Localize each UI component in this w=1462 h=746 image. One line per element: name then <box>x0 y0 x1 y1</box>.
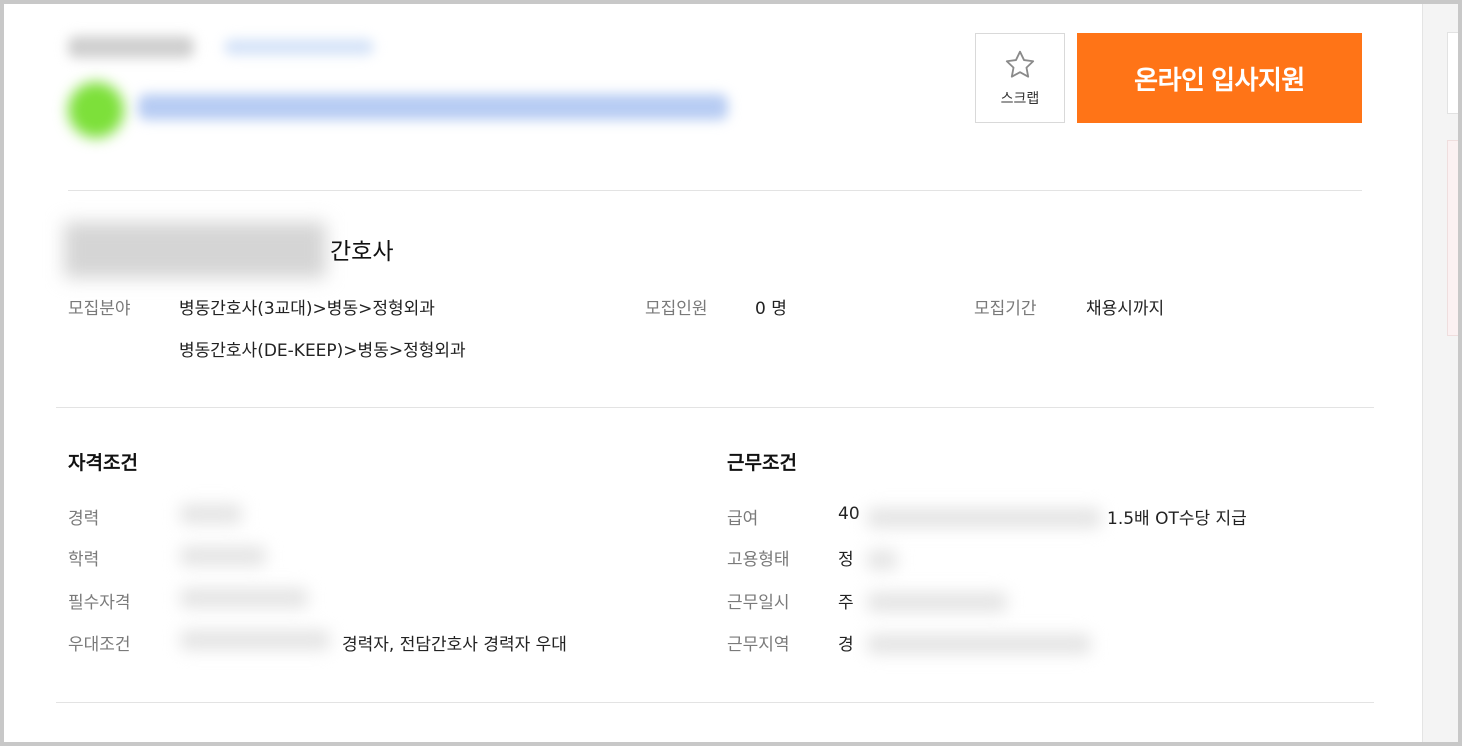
header-divider <box>68 190 1362 191</box>
recruit-period-value: 채용시까지 <box>1086 299 1165 319</box>
preferred-condition-label: 우대조건 <box>68 635 131 655</box>
conditions-divider <box>56 702 1374 703</box>
right-sidebar-strip <box>1422 4 1458 742</box>
qualifications-title: 자격조건 <box>68 452 138 474</box>
scrap-label: 스크랩 <box>1000 91 1040 107</box>
company-description-redacted[interactable] <box>138 94 728 120</box>
work-hours-label: 근무일시 <box>727 593 790 613</box>
recruit-field-label: 모집분야 <box>68 299 131 319</box>
star-outline-icon <box>1005 50 1035 78</box>
sidebar-panel-top[interactable] <box>1447 32 1458 114</box>
summary-divider <box>56 407 1374 408</box>
sidebar-panel-banner[interactable] <box>1447 140 1458 336</box>
online-apply-button[interactable]: 온라인 입사지원 <box>1077 33 1362 123</box>
conditions-values-redacted <box>861 478 1107 660</box>
recruit-field-value-2: 병동간호사(DE-KEEP)>병동>정형외과 <box>179 341 466 361</box>
job-title-prefix-redacted <box>64 222 326 278</box>
employment-type-value-prefix: 정 <box>838 550 854 570</box>
work-location-value-prefix: 경 <box>838 635 854 655</box>
qualifications-values-redacted <box>170 490 340 658</box>
required-qualification-label: 필수자격 <box>68 593 131 613</box>
job-title: 간호사 <box>330 239 394 265</box>
salary-value-prefix: 40 <box>838 504 860 524</box>
headcount-value: 0 명 <box>755 299 787 319</box>
conditions-title: 근무조건 <box>727 452 797 474</box>
work-hours-value-prefix: 주 <box>838 593 854 613</box>
salary-label: 급여 <box>727 509 759 529</box>
recruit-field-value-1: 병동간호사(3교대)>병동>정형외과 <box>179 299 435 319</box>
company-name-redacted <box>68 36 194 58</box>
employment-type-label: 고용형태 <box>727 550 790 570</box>
recruit-period-label: 모집기간 <box>974 299 1037 319</box>
company-link-redacted[interactable] <box>224 39 374 55</box>
scrap-button[interactable]: 스크랩 <box>975 33 1065 123</box>
page: 스크랩 온라인 입사지원 간호사 모집분야 병동간호사(3교대)>병동>정형외과… <box>4 4 1458 742</box>
education-label: 학력 <box>68 550 100 570</box>
headcount-label: 모집인원 <box>645 299 708 319</box>
career-label: 경력 <box>68 509 100 529</box>
job-posting-card: 스크랩 온라인 입사지원 간호사 모집분야 병동간호사(3교대)>병동>정형외과… <box>4 4 1422 742</box>
salary-value-suffix: 1.5배 OT수당 지급 <box>1107 509 1247 529</box>
company-logo <box>68 82 124 138</box>
work-location-label: 근무지역 <box>727 635 790 655</box>
preferred-condition-value: 경력자, 전담간호사 경력자 우대 <box>342 635 567 655</box>
